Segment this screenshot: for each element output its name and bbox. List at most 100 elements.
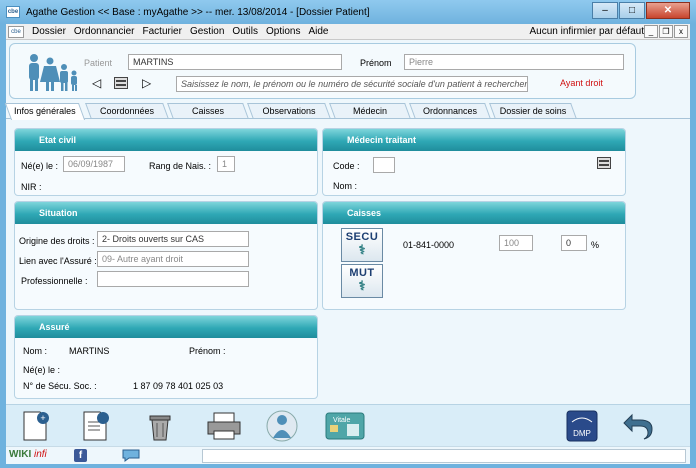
maximize-button[interactable]: □: [619, 2, 645, 19]
wiki-infi-link[interactable]: WIKI infi: [9, 449, 47, 460]
dmp-label: DMP: [573, 429, 591, 438]
card-reader-icon[interactable]: [114, 77, 128, 89]
tab-observations[interactable]: Observations: [247, 103, 331, 119]
bottom-toolbar: + Vitale DMP: [6, 404, 690, 446]
minimize-button[interactable]: –: [592, 2, 618, 19]
wiki-text: WIKI: [9, 449, 32, 460]
menu-aide[interactable]: Aide: [308, 26, 328, 37]
percentage-field[interactable]: 0: [561, 235, 587, 251]
origine-droits-label: Origine des droits :: [19, 236, 95, 246]
origine-droits-field[interactable]: 2- Droits ouverts sur CAS: [97, 231, 249, 247]
family-icon: [29, 54, 77, 91]
prenom-label: Prénom: [360, 58, 392, 68]
trash-icon: [149, 415, 171, 441]
tab-medecin[interactable]: Médecin: [329, 103, 411, 119]
mut-button[interactable]: MUT ⚕: [341, 264, 383, 298]
vitale-card-label: Vitale: [333, 417, 350, 424]
assure-secu-label: N° de Sécu. Soc. :: [23, 381, 97, 391]
mdi-close-button[interactable]: x: [674, 25, 688, 38]
medecin-code-label: Code :: [333, 161, 360, 171]
panel-title: Assuré: [15, 316, 317, 338]
tab-infos-generales[interactable]: Infos générales: [4, 103, 86, 120]
medecin-code-field[interactable]: [373, 157, 395, 173]
assure-birthdate-label: Né(e) le :: [23, 365, 61, 375]
patient-firstname-field[interactable]: Pierre: [404, 54, 624, 70]
app-icon: cbe: [6, 6, 20, 18]
pictogram-icon: ⚕: [358, 242, 366, 257]
facebook-icon[interactable]: f: [74, 449, 87, 462]
lien-assure-field[interactable]: 09- Autre ayant droit: [97, 251, 249, 267]
mdi-controls: _ ❐ x: [643, 25, 688, 38]
tab-caisses[interactable]: Caisses: [167, 103, 249, 119]
assure-prenom-label: Prénom :: [189, 346, 226, 356]
print-button[interactable]: [204, 408, 244, 444]
dmp-icon: DMP: [566, 410, 598, 442]
status-bar: WIKI infi f: [6, 446, 690, 464]
next-patient-button[interactable]: ▷: [142, 76, 151, 90]
panel-title: Situation: [15, 202, 317, 224]
birth-rank-field[interactable]: 1: [217, 156, 235, 172]
tab-label: Ordonnances: [422, 106, 478, 116]
tab-divider: [6, 118, 690, 119]
vitale-card-button[interactable]: Vitale: [324, 408, 366, 444]
dmp-button[interactable]: DMP: [564, 408, 600, 444]
status-message-field: [202, 449, 686, 463]
new-document-icon: +: [23, 411, 49, 441]
birthdate-label: Né(e) le :: [21, 161, 59, 171]
tab-ordonnances[interactable]: Ordonnances: [409, 103, 491, 119]
professionnelle-field[interactable]: [97, 271, 249, 287]
tab-dossier-de-soins[interactable]: Dossier de soins: [489, 103, 577, 119]
default-nurse-label[interactable]: Aucun infirmier par défaut: [529, 26, 644, 37]
menu-outils[interactable]: Outils: [232, 26, 258, 37]
etat-civil-panel: Etat civil Né(e) le : 06/09/1987 Rang de…: [14, 128, 318, 196]
edit-document-icon: [83, 411, 109, 441]
professionnelle-label: Professionnelle :: [21, 276, 88, 286]
panel-title: Etat civil: [15, 129, 317, 151]
menu-facturier[interactable]: Facturier: [143, 26, 182, 37]
patient-profile-button[interactable]: [264, 408, 300, 444]
birthdate-field[interactable]: 06/09/1987: [63, 156, 125, 172]
svg-text:+: +: [40, 413, 45, 423]
person-icon: [266, 410, 298, 442]
title-bar: cbe Agathe Gestion << Base : myAgathe >>…: [0, 0, 696, 24]
menu-bar: cbe Dossier Ordonnancier Facturier Gesti…: [6, 24, 690, 40]
situation-panel: Situation Origine des droits : 2- Droits…: [14, 201, 318, 310]
assure-secu-value: 1 87 09 78 401 025 03: [133, 381, 224, 391]
undo-arrow-icon: [623, 413, 653, 440]
document-icon[interactable]: cbe: [8, 25, 24, 38]
menu-gestion[interactable]: Gestion: [190, 26, 224, 37]
window-controls: – □ ✕: [591, 2, 690, 19]
close-button[interactable]: ✕: [646, 2, 690, 19]
tab-bar: Infos générales Coordonnées Caisses Obse…: [4, 103, 690, 120]
menu-options[interactable]: Options: [266, 26, 300, 37]
patient-label: Patient: [84, 58, 113, 68]
tab-coordonnees[interactable]: Coordonnées: [85, 103, 169, 119]
edit-patient-button[interactable]: [78, 408, 114, 444]
patient-name-field[interactable]: MARTINS: [128, 54, 342, 70]
nir-label: NIR :: [21, 182, 42, 192]
main-content: Patient MARTINS Prénom Pierre ◁ ▷ Saisis…: [4, 40, 690, 464]
new-patient-button[interactable]: +: [18, 408, 54, 444]
chat-icon[interactable]: [122, 449, 140, 462]
vitale-card-icon: Vitale: [325, 412, 365, 440]
patient-search-input[interactable]: Saisissez le nom, le prénom ou le numéro…: [176, 76, 528, 92]
taux-field[interactable]: 100: [499, 235, 533, 251]
panel-title: Médecin traitant: [323, 129, 625, 151]
tab-label: Caisses: [191, 106, 224, 116]
delete-patient-button[interactable]: [142, 408, 178, 444]
card-reader-icon[interactable]: [597, 157, 611, 169]
tab-label: Médecin: [352, 106, 388, 116]
previous-patient-button[interactable]: ◁: [92, 76, 101, 90]
mdi-restore-button[interactable]: ❐: [659, 25, 673, 38]
birth-rank-label: Rang de Nais. :: [149, 161, 212, 171]
menu-dossier[interactable]: Dossier: [32, 26, 66, 37]
assure-nom-label: Nom :: [23, 346, 48, 356]
tab-label: Infos générales: [14, 106, 76, 116]
patient-header: Patient MARTINS Prénom Pierre ◁ ▷ Saisis…: [9, 43, 636, 99]
medecin-nom-label: Nom :: [333, 181, 358, 191]
secu-button[interactable]: SECU ⚕: [341, 228, 383, 262]
menu-ordonnancier[interactable]: Ordonnancier: [74, 26, 135, 37]
back-button[interactable]: [620, 408, 656, 444]
ayant-droit-label: Ayant droit: [560, 78, 603, 88]
mdi-minimize-button[interactable]: _: [644, 25, 658, 38]
